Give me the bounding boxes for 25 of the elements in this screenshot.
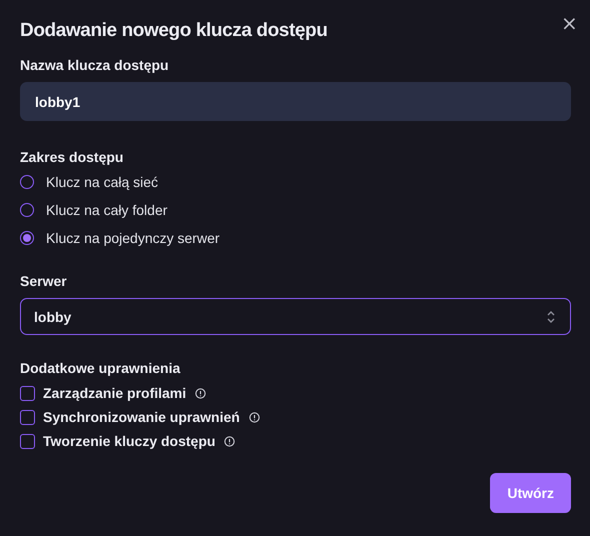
- radio-label: Klucz na całą sieć: [46, 174, 158, 190]
- info-icon[interactable]: [224, 436, 236, 446]
- chevron-updown-icon: [546, 310, 556, 324]
- checkbox-label: Zarządzanie profilami: [43, 385, 186, 401]
- create-button[interactable]: Utwórz: [490, 473, 571, 513]
- input-field[interactable]: lobby1: [20, 82, 571, 121]
- info-icon[interactable]: [248, 412, 260, 422]
- radio-button[interactable]: [20, 203, 34, 217]
- section-label: Dodatkowe uprawnienia: [20, 360, 182, 376]
- field-label: Nazwa klucza dostępu: [20, 57, 170, 73]
- radio-label: Klucz na pojedynczy serwer: [46, 230, 220, 246]
- checkbox-label: Synchronizowanie uprawnień: [43, 409, 240, 425]
- field-label: Serwer: [20, 273, 68, 289]
- checkbox[interactable]: [20, 386, 35, 400]
- dialog-title: Dodawanie nowego klucza dostępu: [20, 20, 328, 42]
- close-button[interactable]: ×: [561, 14, 577, 32]
- radio-label: Klucz na cały folder: [46, 202, 168, 218]
- checkbox[interactable]: [20, 410, 35, 424]
- checkbox-label: Tworzenie kluczy dostępu: [43, 433, 216, 449]
- info-icon[interactable]: [195, 388, 206, 398]
- select-field[interactable]: lobby: [20, 298, 571, 335]
- radio-button[interactable]: [20, 175, 34, 189]
- section-label: Zakres dostępu: [20, 149, 124, 165]
- checkbox[interactable]: [20, 434, 35, 448]
- radio-button[interactable]: [20, 231, 34, 245]
